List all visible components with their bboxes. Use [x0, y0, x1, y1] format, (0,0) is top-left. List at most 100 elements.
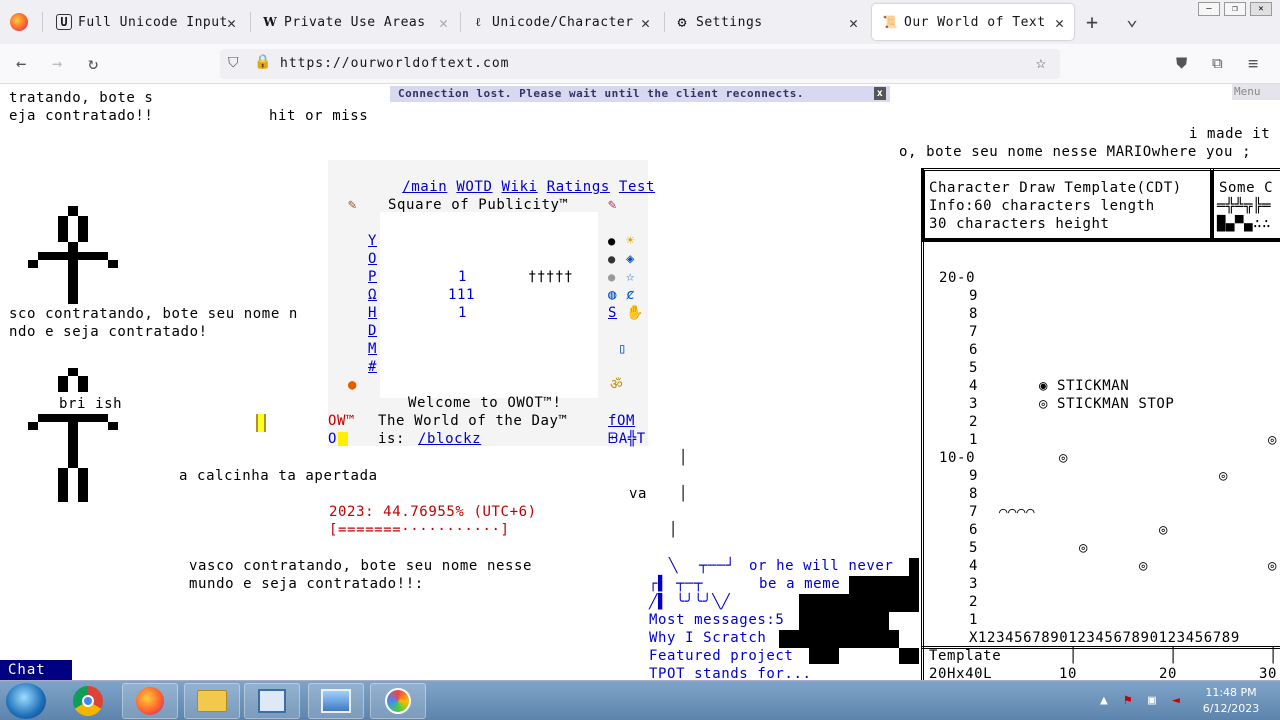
clock-time: 11:48 PM	[1205, 686, 1257, 699]
square-of-publicity: /main WOTD Wiki Ratings Test ✎ Square of…	[328, 160, 654, 448]
drawing-glyph: ┬──┘	[699, 558, 736, 574]
publicity-link[interactable]: Y	[368, 232, 377, 250]
publicity-number: 1	[458, 269, 468, 285]
o-label: O	[328, 431, 338, 447]
drawing-glyph: ╲	[669, 558, 679, 574]
world-text: be a meme	[759, 576, 841, 592]
control-panel-icon[interactable]	[244, 683, 300, 719]
network-error-icon[interactable]: ⚑	[1124, 693, 1132, 708]
tick-label: 30	[1259, 666, 1278, 680]
y-axis-label: 2	[969, 594, 979, 610]
volume-muted-icon[interactable]: ◄	[1172, 693, 1180, 708]
publicity-link[interactable]: H	[368, 304, 377, 322]
address-bar[interactable]: ⛉ 🔒 https://ourworldoftext.com ☆	[220, 49, 1060, 79]
w-icon: W	[263, 15, 277, 29]
close-tab-icon[interactable]: ✕	[1055, 14, 1064, 32]
chrome-icon[interactable]	[60, 683, 116, 719]
forward-arrow-icon[interactable]: →	[52, 54, 62, 74]
tab-private-use-areas[interactable]: W Private Use Areas ✕	[252, 4, 458, 40]
link-ratings[interactable]: Ratings	[547, 179, 610, 195]
owot-canvas[interactable]: Connection lost. Please wait until the c…	[0, 84, 1280, 680]
reload-icon[interactable]: ↻	[88, 54, 98, 74]
close-tab-icon[interactable]: ✕	[439, 14, 448, 32]
ow-label: OW™	[328, 413, 356, 429]
target-icon: ◎	[1219, 468, 1229, 484]
y-axis-label: 3	[969, 576, 979, 592]
maximize-button[interactable]: ❐	[1224, 2, 1246, 16]
file-explorer-icon[interactable]	[184, 683, 240, 719]
dot-icon: ●	[608, 252, 616, 266]
publicity-link[interactable]: M	[368, 340, 377, 358]
lock-icon[interactable]: 🔒	[254, 54, 271, 70]
corner-symbols: ᗸA╬T	[608, 431, 646, 447]
world-text: TPOT stands for...	[649, 666, 812, 680]
cdt-side-title: Some C	[1219, 180, 1274, 196]
tab-full-unicode-input[interactable]: U Full Unicode Input ✕	[46, 4, 246, 40]
tab-settings[interactable]: ⚙ Settings ✕	[664, 4, 868, 40]
url-text[interactable]: https://ourworldoftext.com	[280, 56, 510, 71]
cdt-header-1: Character Draw Template(CDT)	[929, 180, 1182, 196]
scroll-icon: 📜	[882, 15, 898, 29]
link-wiki[interactable]: Wiki	[502, 179, 538, 195]
minimize-button[interactable]: –	[1198, 2, 1220, 16]
dot-icon: ●	[608, 270, 616, 284]
link-main[interactable]: /main	[402, 179, 447, 195]
firefox-menu-icon[interactable]	[10, 13, 28, 31]
chat-button[interactable]: Chat	[0, 660, 72, 680]
wotd-link[interactable]: /blockz	[418, 430, 481, 448]
system-clock[interactable]: 11:48 PM 6/12/2023	[1196, 685, 1266, 717]
windows-start-button[interactable]	[6, 683, 46, 719]
fom-link[interactable]: fOM	[608, 412, 635, 430]
link-wotd[interactable]: WOTD	[456, 179, 492, 195]
y-axis-label: 8	[969, 486, 979, 502]
tab-our-world-of-text[interactable]: 📜 Our World of Text ✕	[872, 4, 1074, 40]
hamburger-menu-icon[interactable]: ≡	[1248, 54, 1258, 74]
close-tab-icon[interactable]: ✕	[849, 14, 858, 32]
pocket-icon[interactable]: ⛊	[1176, 54, 1187, 72]
welcome-text: Welcome to OWOT™!	[408, 395, 562, 411]
y-axis-label: 9	[969, 288, 979, 304]
publicity-link[interactable]: Ω	[368, 286, 377, 304]
paint-icon[interactable]	[370, 683, 426, 719]
world-text: eja contratado!!	[9, 108, 154, 124]
close-tab-icon[interactable]: ✕	[641, 14, 650, 32]
publicity-number: 111	[448, 287, 476, 303]
world-text: i made it	[1189, 126, 1271, 142]
photo-viewer-icon[interactable]	[308, 683, 364, 719]
symbol-icon: ȼ	[626, 287, 636, 303]
world-text: hit or miss	[269, 108, 369, 124]
clock-date: 6/12/2023	[1202, 702, 1260, 715]
action-center-icon[interactable]: ▣	[1148, 693, 1156, 708]
feather-icon: ℓ	[475, 14, 481, 29]
arc-glyphs: ⌒⌒⌒⌒	[999, 504, 1036, 520]
close-tab-icon[interactable]: ✕	[227, 14, 236, 32]
tick-bar: │	[1269, 648, 1279, 664]
extensions-icon[interactable]: ⧉	[1212, 54, 1223, 72]
publicity-link[interactable]: S	[608, 304, 617, 322]
publicity-link[interactable]: D	[368, 322, 377, 340]
sun-icon: ☀	[626, 233, 636, 249]
tab-unicode-character[interactable]: ℓ Unicode/Character ✕	[460, 4, 660, 40]
cdt-x-axis: X12345678901234567890123456789	[969, 630, 1240, 646]
back-arrow-icon[interactable]: ←	[16, 54, 26, 74]
notice-close-button[interactable]: x	[874, 87, 886, 100]
firefox-icon[interactable]	[122, 683, 178, 719]
list-all-tabs-button[interactable]: ⌄	[1126, 6, 1138, 30]
publicity-link[interactable]: #	[368, 358, 377, 376]
close-window-button[interactable]: ✕	[1250, 2, 1272, 16]
publicity-link[interactable]: P	[368, 268, 377, 286]
world-text: bri ish	[59, 396, 123, 412]
bookmark-star-icon[interactable]: ☆	[1036, 53, 1046, 73]
legend-stickman: ◉ STICKMAN	[1039, 378, 1130, 394]
target-icon: ◎	[1159, 522, 1169, 538]
target-icon: ◎	[1268, 558, 1278, 574]
publicity-link[interactable]: O	[368, 250, 377, 268]
star-icon: ☆	[626, 269, 636, 285]
target-icon: ◎	[1079, 540, 1089, 556]
new-tab-button[interactable]: +	[1086, 10, 1098, 34]
legend-stickman-stop: ◎ STICKMAN STOP	[1039, 396, 1175, 412]
link-test[interactable]: Test	[619, 179, 655, 195]
menu-button[interactable]: Menu	[1232, 84, 1280, 100]
shield-icon[interactable]: ⛉	[228, 55, 239, 71]
show-hidden-icons[interactable]: ▲	[1100, 693, 1108, 708]
